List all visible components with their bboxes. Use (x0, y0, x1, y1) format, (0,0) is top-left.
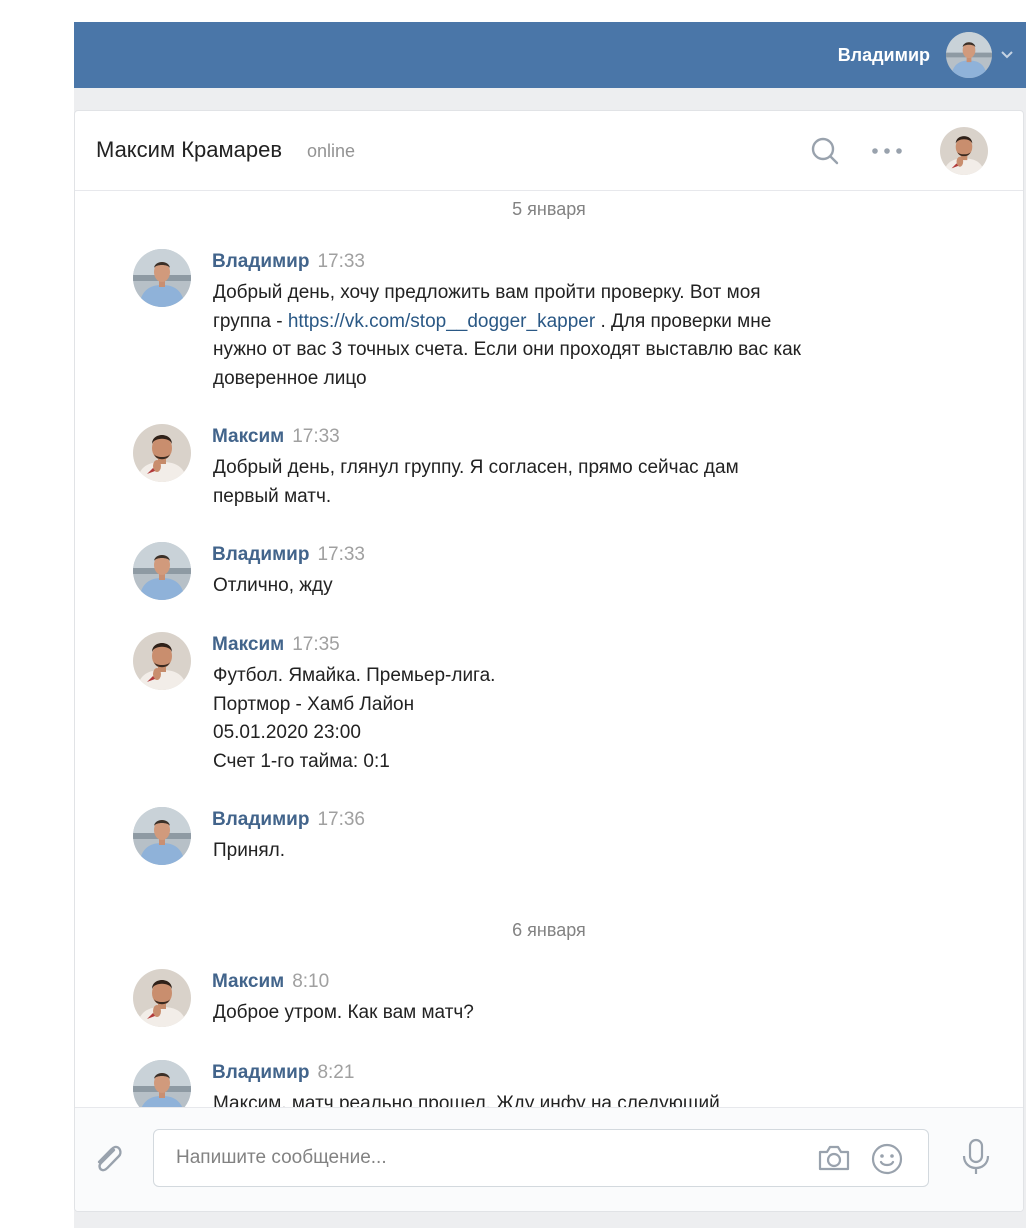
profile-name: Владимир (837, 44, 930, 65)
more-icon[interactable] (871, 147, 903, 155)
message-line: Счет 1-го тайма: 0:1 (213, 750, 390, 772)
sender-avatar[interactable] (133, 424, 191, 482)
message-author[interactable]: Владимир (212, 544, 309, 565)
message-text: Принял. (213, 837, 913, 866)
group-link[interactable]: https://vk.com/stop__dogger_kapper (288, 311, 595, 332)
chat-title[interactable]: Максим Крамарев (96, 137, 282, 163)
message-author[interactable]: Владимир (212, 809, 309, 830)
message-line: Портмор - Хамб Лайон (213, 693, 415, 715)
date-separator: 5 января (512, 199, 586, 219)
message-line: доверенное лицо (213, 367, 367, 389)
message-line: Добрый день, глянул группу. Я согласен, … (213, 457, 739, 478)
peer-avatar[interactable] (940, 127, 988, 175)
message-author[interactable]: Максим (212, 634, 284, 655)
paperclip-icon[interactable] (92, 1142, 124, 1176)
sender-avatar[interactable] (133, 542, 191, 600)
microphone-icon[interactable] (959, 1138, 993, 1176)
sender-avatar[interactable] (133, 807, 191, 865)
message-text: Отлично, жду (213, 572, 913, 601)
message-line: Принял. (213, 840, 285, 861)
message-line: Добрый день, хочу предложить вам пройти … (213, 282, 761, 303)
sender-avatar[interactable] (133, 632, 191, 690)
message-text: Добрый день, глянул группу. Я согласен, … (213, 454, 913, 511)
message-time[interactable]: 17:33 (317, 544, 365, 565)
message-line-text: . Для проверки мне (595, 310, 772, 332)
message-author[interactable]: Максим (212, 971, 284, 992)
message-composer (75, 1107, 1023, 1211)
emoji-icon[interactable] (870, 1142, 904, 1176)
message-line: первый матч. (213, 485, 332, 507)
message-time[interactable]: 8:21 (317, 1062, 354, 1083)
message-author[interactable]: Владимир (212, 1062, 309, 1083)
message-time[interactable]: 17:35 (292, 634, 340, 655)
message-line: Футбол. Ямайка. Премьер-лига. (213, 665, 496, 686)
message-line: Доброе утром. Как вам матч? (213, 1002, 474, 1023)
sender-avatar[interactable] (133, 969, 191, 1027)
online-status: online (307, 141, 356, 161)
date-separator: 6 января (512, 920, 586, 940)
search-icon[interactable] (809, 135, 841, 167)
message-text: Футбол. Ямайка. Премьер-лига. Портмор - … (213, 662, 913, 776)
message-time[interactable]: 17:33 (292, 426, 340, 447)
chat-header: Максим Крамарев online (75, 111, 1023, 191)
chevron-down-icon[interactable] (998, 22, 1016, 88)
message-text: Максим, матч реально прошел. Жду инфу на… (213, 1090, 913, 1107)
message-line: Отлично, жду (213, 575, 333, 596)
message-history[interactable]: 5 января Владимир 17:33 Добрый день, хочу… (75, 191, 1023, 1107)
message-line: Максим, матч реально прошел. Жду инфу на… (213, 1093, 720, 1107)
message-line: 05.01.2020 23:00 (213, 722, 361, 743)
chat-panel: Максим Крамарев online 5 января Владимир… (74, 110, 1024, 1212)
message-line-text: группа - (213, 310, 288, 332)
message-input[interactable] (154, 1130, 794, 1186)
message-line: группа - https://vk.com/stop__dogger_kap… (213, 308, 913, 337)
message-line: нужно от вас 3 точных счета. Если они пр… (213, 339, 801, 360)
message-text: Добрый день, хочу предложить вам пройти … (213, 279, 913, 393)
profile-menu[interactable]: Владимир (838, 22, 1026, 88)
top-bar: Владимир (74, 22, 1026, 88)
message-author[interactable]: Владимир (212, 251, 309, 272)
message-time[interactable]: 8:10 (292, 971, 329, 992)
message-time[interactable]: 17:33 (317, 251, 365, 272)
message-text: Доброе утром. Как вам матч? (213, 999, 913, 1028)
sender-avatar[interactable] (133, 1060, 191, 1107)
message-author[interactable]: Максим (212, 426, 284, 447)
profile-avatar (946, 32, 992, 78)
camera-icon[interactable] (816, 1142, 852, 1174)
sender-avatar[interactable] (133, 249, 191, 307)
message-input-box[interactable] (153, 1129, 929, 1187)
message-time[interactable]: 17:36 (317, 809, 365, 830)
